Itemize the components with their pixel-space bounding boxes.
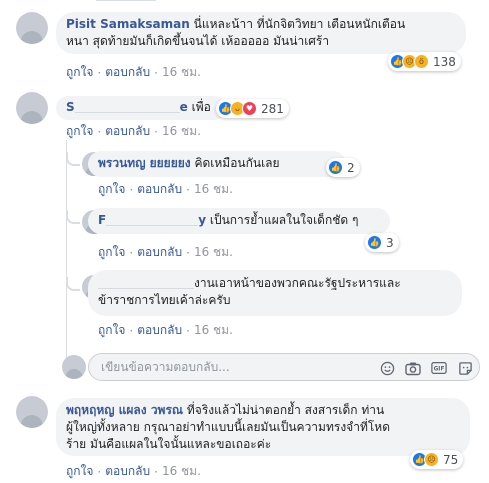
current-user-avatar — [62, 355, 86, 379]
separator-dot: · — [97, 65, 102, 80]
like-reaction-icon: 👍 — [367, 235, 382, 250]
reply-text: คิดเหมือนกันเลย — [194, 156, 280, 170]
comment-text-line2: หนา สุดท้ายมันก็เกิดขึ้นจนได้ เห้อออออ ม… — [66, 34, 330, 48]
reaction-summary[interactable]: 👍 ☹ ö 138 — [388, 52, 461, 71]
reply-link[interactable]: ตอบกลับ — [105, 63, 150, 82]
reaction-summary[interactable]: 👍 ᴗ ♥ 281 — [216, 99, 289, 118]
camera-icon[interactable] — [405, 360, 421, 376]
like-link[interactable]: ถูกใจ — [98, 180, 125, 199]
avatar[interactable] — [16, 92, 48, 124]
separator-dot: · — [129, 323, 134, 338]
reaction-summary[interactable]: 👍 ☹ 75 — [410, 450, 464, 469]
timestamp[interactable]: 16 ชม. — [194, 180, 233, 199]
separator-dot: · — [97, 124, 102, 139]
redacted-name — [74, 100, 180, 113]
comment-text-line2: ผู้ใหญ่ทั้งหลาย กรุณาอย่าทำแบบนี้เลยมันเ… — [66, 420, 390, 434]
comment-bubble: Pisit Samaksaman นี่แหละน้าา ที่นักจิตวิ… — [56, 12, 466, 54]
comment-actions: ถูกใจ · ตอบกลับ · 16 ชม. — [66, 462, 201, 481]
reply-author[interactable]: F — [98, 213, 106, 227]
reply-text-line1: งานเอาหน้าของพวกคณะรัฐประหารและ — [194, 276, 401, 290]
separator-dot: · — [186, 182, 190, 197]
separator-dot: · — [97, 464, 102, 479]
timestamp[interactable]: 16 ชม. — [162, 63, 201, 82]
like-link[interactable]: ถูกใจ — [98, 243, 125, 262]
reply-actions: ถูกใจ · ตอบกลับ · 16 ชม. — [98, 243, 233, 262]
like-link[interactable]: ถูกใจ — [66, 63, 93, 82]
reply-link[interactable]: ตอบกลับ — [105, 122, 150, 141]
reply-link[interactable]: ตอบกลับ — [137, 243, 182, 262]
reply-author-tail[interactable]: y — [198, 213, 206, 227]
comment-text-line3: ร้าย มันคือแผลในใจนั้นแหละขอเถอะค่ะ — [66, 437, 272, 451]
comment-text-line1: ที่จริงแล้วไม่น่าตอกย้ำ สงสารเด็ก ท่าน — [186, 403, 385, 417]
comment-author[interactable]: S — [66, 100, 75, 114]
reply-bubble: Fy เป็นการย้ำแผลในใจเด็กชัด ๆ — [88, 208, 390, 234]
reaction-count: 75 — [443, 452, 459, 467]
reply-bubble: งานเอาหน้าของพวกคณะรัฐประหารและ ข้าราชกา… — [88, 270, 462, 316]
separator-dot: · — [129, 245, 134, 260]
redacted-name — [106, 213, 199, 226]
gif-icon[interactable]: GIF — [431, 360, 447, 376]
reply-bubble: พรวนทญ ยยยยยง คิดเหมือนกันเลย — [88, 151, 346, 177]
reaction-summary[interactable]: 👍 3 — [365, 233, 399, 252]
reaction-count: 281 — [261, 101, 284, 116]
sad-reaction-icon: ☹ — [424, 452, 439, 467]
comment-author[interactable]: Pisit Samaksaman — [66, 17, 190, 31]
reply-actions: ถูกใจ · ตอบกลับ · 16 ชม. — [98, 321, 233, 340]
timestamp[interactable]: 16 ชม. — [162, 122, 201, 141]
reply-input-box[interactable]: GIF — [88, 353, 480, 381]
thread-connector — [66, 277, 80, 291]
comment-author-tail[interactable]: e — [180, 100, 188, 114]
separator-dot: · — [186, 323, 190, 338]
reply-link[interactable]: ตอบกลับ — [137, 180, 182, 199]
reaction-count: 3 — [386, 235, 394, 250]
comment-actions: ถูกใจ · ตอบกลับ · 16 ชม. — [66, 63, 201, 82]
redacted-name — [98, 276, 194, 289]
like-reaction-icon: 👍 — [328, 160, 343, 175]
reply-input[interactable] — [101, 360, 331, 374]
comment-actions: ถูกใจ · ตอบกลับ · 16 ชม. — [66, 122, 201, 141]
reply-link[interactable]: ตอบกลับ — [105, 462, 150, 481]
smiley-icon[interactable] — [379, 360, 395, 376]
reaction-summary[interactable]: 👍 2 — [326, 158, 360, 177]
reply-text: เป็นการย้ำแผลในใจเด็กชัด ๆ — [209, 213, 359, 227]
comment-bubble: พฤหฤหญ แผลง วพรณ ที่จริงแล้วไม่น่าตอกย้ำ… — [56, 398, 470, 456]
love-reaction-icon: ♥ — [242, 101, 257, 116]
reply-text-line2: ข้าราชการไทยเค้าล่ะครับ — [98, 293, 231, 307]
timestamp[interactable]: 16 ชม. — [162, 462, 201, 481]
reply-author[interactable]: พรวนทญ ยยยยยง — [98, 156, 191, 170]
thread-connector — [66, 210, 80, 224]
thread-line — [66, 140, 67, 370]
separator-dot: · — [186, 245, 190, 260]
separator-dot: · — [154, 124, 158, 139]
reply-link[interactable]: ตอบกลับ — [137, 321, 182, 340]
avatar[interactable] — [16, 12, 48, 44]
like-link[interactable]: ถูกใจ — [66, 122, 93, 141]
comment-text: เพื่อ — [191, 100, 211, 114]
timestamp[interactable]: 16 ชม. — [194, 321, 233, 340]
top-cutoff-divider — [96, 0, 156, 3]
svg-text:GIF: GIF — [434, 367, 445, 373]
timestamp[interactable]: 16 ชม. — [194, 243, 233, 262]
reaction-count: 2 — [347, 160, 355, 175]
avatar[interactable] — [16, 396, 48, 428]
separator-dot: · — [129, 182, 134, 197]
thread-connector — [66, 152, 80, 166]
wow-reaction-icon: ö — [414, 54, 429, 69]
comment-bubble: Se เพื่อ — [56, 96, 226, 120]
reply-actions: ถูกใจ · ตอบกลับ · 16 ชม. — [98, 180, 233, 199]
separator-dot: · — [154, 464, 158, 479]
sticker-icon[interactable] — [457, 360, 473, 376]
comment-text-line1: นี่แหละน้าา ที่นักจิตวิทยา เตือนหนักเตือ… — [193, 17, 406, 31]
separator-dot: · — [154, 65, 158, 80]
like-link[interactable]: ถูกใจ — [98, 321, 125, 340]
comment-author[interactable]: พฤหฤหญ แผลง วพรณ — [66, 403, 183, 417]
like-link[interactable]: ถูกใจ — [66, 462, 93, 481]
reaction-count: 138 — [433, 54, 456, 69]
